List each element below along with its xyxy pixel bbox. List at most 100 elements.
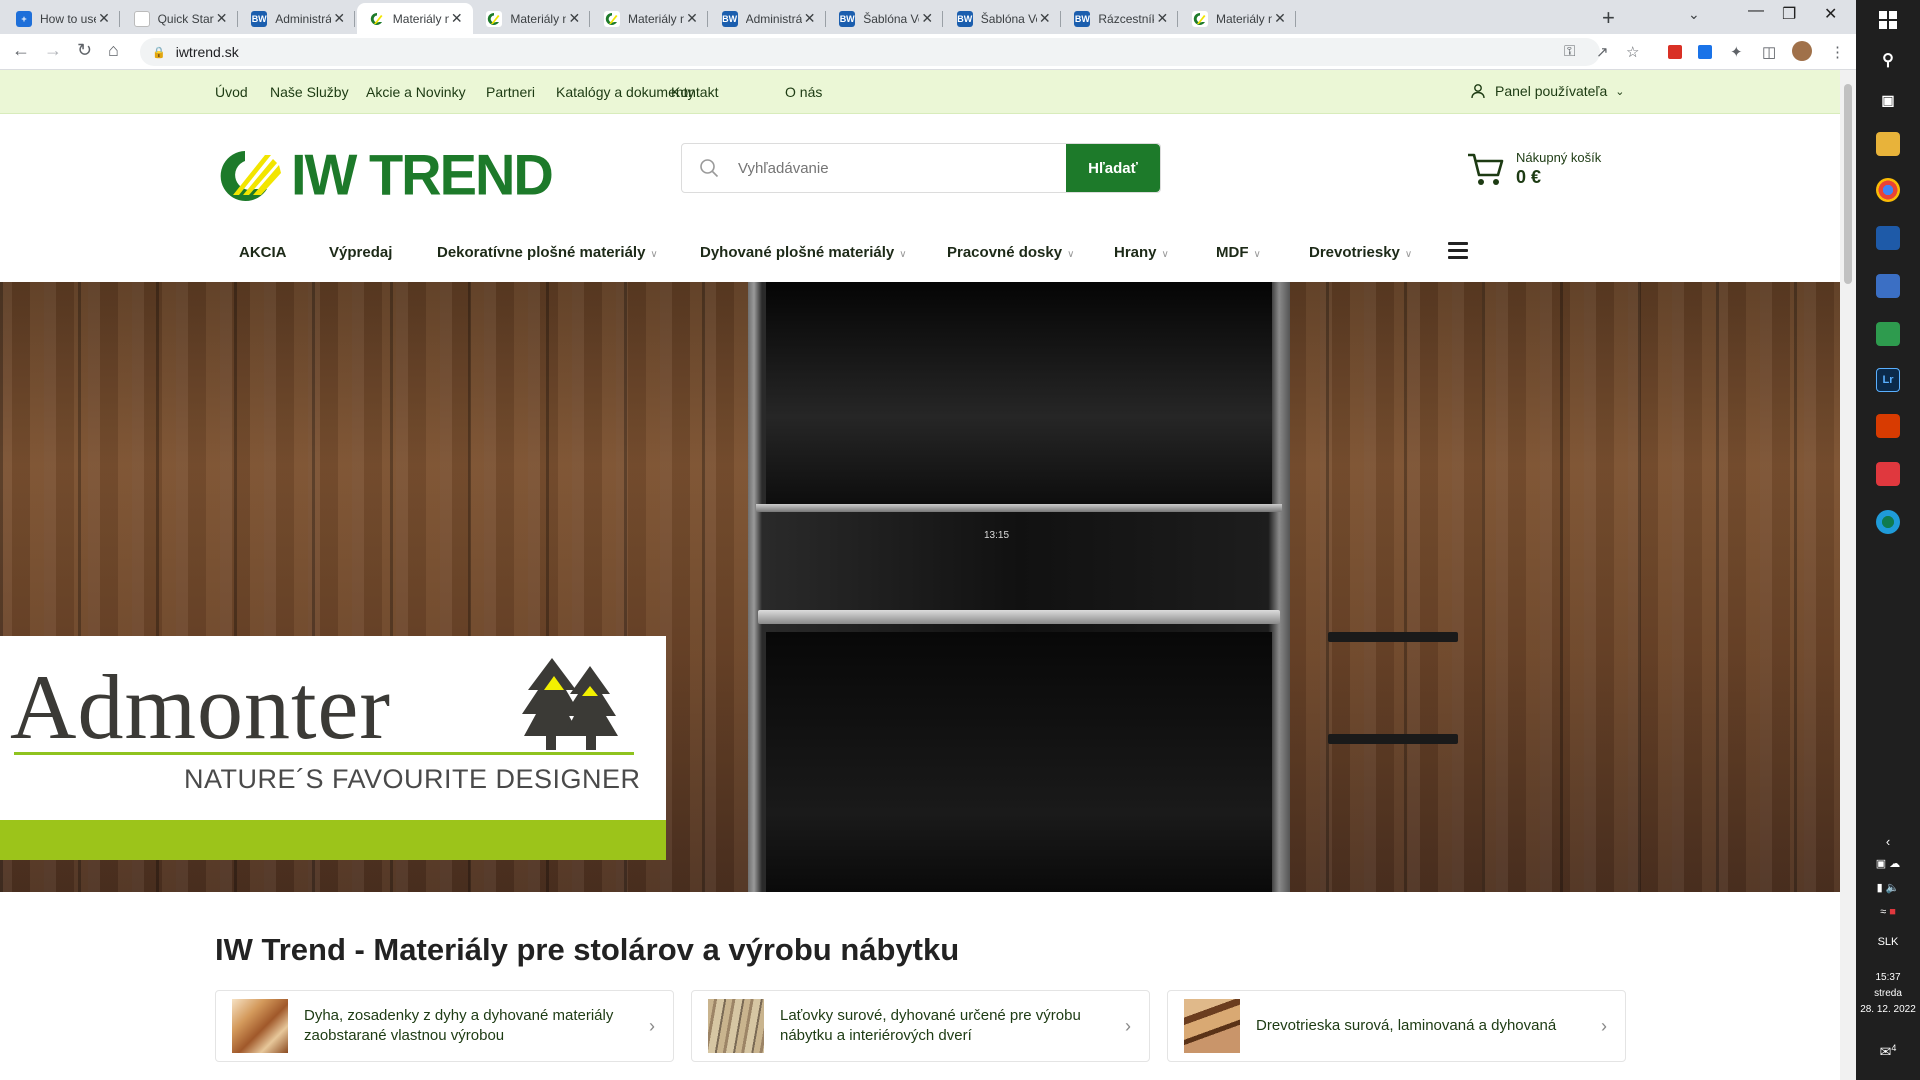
user-panel-menu[interactable]: Panel používateľa ⌄ [1470,83,1625,99]
close-tab-icon[interactable]: ✕ [566,10,582,27]
browser-tab[interactable]: Materiály na vý✕ [1180,3,1296,34]
windows-start-icon[interactable] [1876,8,1900,32]
close-tab-icon[interactable]: ✕ [214,10,230,27]
browser-tab[interactable]: BW Administrácia✕ [239,3,356,34]
tab-title: Šablóna Veron [863,11,919,26]
close-tab-icon[interactable]: ✕ [1272,10,1288,27]
save-disk-icon[interactable] [1876,226,1900,250]
restore-icon[interactable]: ❐ [1782,4,1796,24]
remote-desktop-icon[interactable] [1876,274,1900,298]
trees-icon [522,658,618,750]
hero-banner[interactable]: 13:15 Admonter NATURE´S FAVOURITE DESIGN… [0,282,1840,892]
top-nav-link[interactable]: Kontakt [671,84,718,100]
back-icon[interactable]: ← [12,40,30,61]
tab-title: Materiály na vý [1216,11,1272,26]
admonter-slogan: NATURE´S FAVOURITE DESIGNER [184,764,641,794]
close-tab-icon[interactable]: ✕ [1154,10,1170,27]
browser-tab[interactable]: BW Šablóna Veron✕ [827,3,944,34]
browser-tab[interactable]: + How to use Mi✕ [4,3,120,34]
category-card-veneer[interactable]: Dyha, zosadenky z dyhy a dyhované materi… [215,990,674,1062]
close-tab-icon[interactable]: ✕ [919,10,935,27]
chevron-down-icon: ∨ [899,249,907,260]
battery-volume-icons[interactable]: ▮ 🔈 [1856,880,1920,896]
browser-tab[interactable]: BW Šablóna Veron✕ [945,3,1061,34]
language-indicator[interactable]: SLK [1856,934,1920,950]
search-button[interactable]: Hľadať [1066,144,1160,192]
shopping-cart[interactable]: Nákupný košík 0 € [1466,150,1601,188]
site-logo[interactable]: IW TREND [215,142,554,207]
new-tab-button[interactable]: + [1602,5,1615,31]
top-nav-link[interactable]: Naše Služby [270,84,349,100]
top-nav-link[interactable]: Úvod [215,84,248,100]
search-icon [682,144,736,192]
main-nav-item[interactable]: MDF ∨ [1216,244,1261,261]
browser-tab[interactable]: Materiály na vý✕ [356,3,473,34]
chevron-left-icon[interactable]: ‹ [1856,834,1920,850]
main-nav-item[interactable]: Hrany ∨ [1114,244,1169,261]
key-icon[interactable]: ⚿ [1564,43,1575,60]
cart-icon [1468,153,1504,185]
share-icon[interactable]: ↗ [1596,43,1609,61]
lightroom-icon[interactable]: Lr [1876,368,1900,392]
extensions-puzzle-icon[interactable]: ✦ [1730,43,1743,61]
top-nav-link[interactable]: Akcie a Novinky [366,84,466,100]
image-app-icon[interactable] [1876,322,1900,346]
file-explorer-icon[interactable] [1876,132,1900,156]
close-tab-icon[interactable]: ✕ [96,10,112,27]
forward-icon[interactable]: → [44,40,62,61]
top-utility-bar: Úvod Naše Služby Akcie a Novinky Partneri Ka… [0,70,1840,114]
main-nav-item[interactable]: Dekoratívne plošné materiály ∨ [437,244,658,261]
main-nav-item[interactable]: Dyhované plošné materiály ∨ [700,244,907,261]
logo-text: IW TREND [291,142,554,207]
chevron-down-icon: ⌄ [1615,85,1625,98]
search-input[interactable] [736,144,1066,192]
network-icon[interactable]: ≈ ■ [1856,904,1920,920]
browser-tab[interactable]: Materiály na vý✕ [592,3,708,34]
tab-search-chevron-icon[interactable]: ⌄ [1688,6,1700,23]
main-nav-item[interactable]: Výpredaj [329,244,392,261]
hamburger-menu-icon[interactable] [1448,242,1468,263]
side-panel-icon[interactable]: ◫ [1762,43,1776,61]
top-nav-link[interactable]: O nás [785,84,822,100]
iw-trend-favicon-icon [368,10,385,27]
reload-icon[interactable]: ↻ [77,40,92,61]
main-nav-item[interactable]: Drevotriesky ∨ [1309,244,1412,261]
close-tab-icon[interactable]: ✕ [684,10,700,27]
browser-tab[interactable]: Materiály na vý✕ [474,3,591,34]
close-window-icon[interactable]: ✕ [1824,4,1837,24]
close-tab-icon[interactable]: ✕ [1037,10,1053,27]
tray-icons[interactable]: ▣ ☁ [1856,856,1920,872]
lock-icon[interactable]: 🔒 [152,46,166,59]
category-card-blockboard[interactable]: Laťovky surové, dyhované určené pre výro… [691,990,1150,1062]
browser-tab[interactable]: Quick Start Gu✕ [122,3,238,34]
main-category-nav: AKCIA Výpredaj Dekoratívne plošné materiál… [0,230,1840,272]
browser-toolbar: ← → ↻ ⌂ 🔒 iwtrend.sk ⚿ ↗ ☆ ✦ ◫ ⋮ [0,34,1856,70]
home-icon[interactable]: ⌂ [108,40,119,61]
search-icon[interactable]: ⚲ [1876,48,1900,72]
main-nav-item[interactable]: Pracovné dosky ∨ [947,244,1074,261]
clock-time[interactable]: 15:37 [1856,970,1920,986]
edge-icon[interactable] [1876,510,1900,534]
profile-avatar[interactable] [1792,41,1812,61]
browser-tab[interactable]: BW Rázcestník v pr✕ [1062,3,1179,34]
address-bar[interactable]: 🔒 iwtrend.sk [140,38,1600,66]
top-nav-link[interactable]: Partneri [486,84,535,100]
bw-favicon-icon: BW [1074,10,1091,27]
anydesk-icon[interactable] [1876,462,1900,486]
notifications-icon[interactable]: ✉4 [1856,1040,1920,1060]
browser-tab[interactable]: BW Administrácia✕ [710,3,826,34]
close-tab-icon[interactable]: ✕ [331,10,347,27]
extension-red-icon[interactable] [1668,45,1682,59]
translate-icon[interactable] [1698,45,1712,59]
browser-menu-icon[interactable]: ⋮ [1830,43,1845,61]
close-tab-icon[interactable]: ✕ [449,10,465,27]
main-nav-item[interactable]: AKCIA [239,244,287,261]
close-tab-icon[interactable]: ✕ [802,10,818,27]
bookmark-star-icon[interactable]: ☆ [1626,43,1639,61]
office-icon[interactable] [1876,414,1900,438]
category-card-chipboard[interactable]: Drevotrieska surová, laminovaná a dyhova… [1167,990,1626,1062]
minimize-icon[interactable]: — [1748,2,1764,20]
task-view-icon[interactable]: ▣ [1876,88,1900,112]
page-scrollbar[interactable] [1840,70,1856,1080]
chrome-icon[interactable] [1876,178,1900,202]
